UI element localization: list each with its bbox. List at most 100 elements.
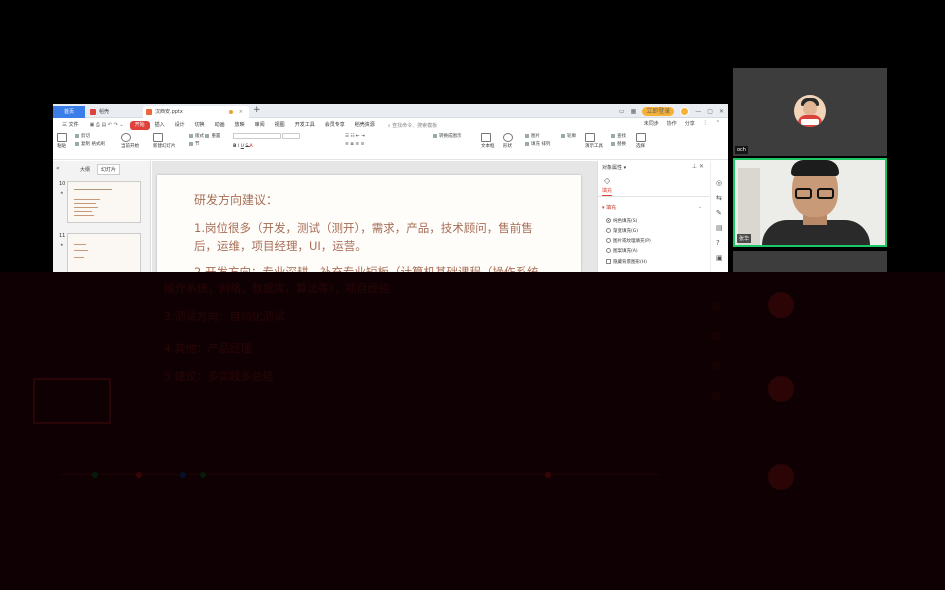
new-tab-button[interactable]: + (253, 105, 261, 115)
chevron-down-icon[interactable]: ⌄ (698, 204, 702, 210)
maximize-icon[interactable]: ▢ (707, 108, 713, 115)
tab-document[interactable]: 汉西安.pptx × (143, 106, 249, 118)
sync-status[interactable]: 未同步 (644, 120, 659, 127)
play-from-current-button[interactable]: 当前开始 (121, 133, 139, 149)
tab-docer[interactable]: 稻壳 (87, 106, 139, 118)
file-menu[interactable]: 三 文件 (57, 121, 84, 130)
bullets-icon[interactable]: ☰ ☷ ⇤ ⇥ (345, 134, 365, 139)
share-button[interactable]: 分享 (685, 120, 695, 127)
style-icon[interactable]: ◎ (716, 179, 722, 187)
copy-icon (75, 141, 79, 146)
shape-label: 形状 (503, 144, 512, 149)
ribbon-toolbar: 粘贴 剪切 复制 格式刷 当前开始 新建幻灯片 版式 重置 节 B I U S … (53, 131, 728, 160)
fill-bucket-icon: ◇ (604, 176, 611, 185)
hide-background-checkbox[interactable]: 隐藏背景图形(H) (606, 259, 647, 265)
tab-outline[interactable]: 大纲 (80, 166, 90, 173)
new-slide-button[interactable]: 新建幻灯片 (153, 133, 176, 149)
animation-star-icon: ★ (60, 242, 64, 247)
adjust-icon[interactable]: ⇆ (716, 194, 722, 202)
help-icon[interactable]: ? (716, 239, 720, 247)
align-icons[interactable]: ≡ ≣ ≡ ≡ (345, 142, 364, 147)
grid-icon[interactable]: ▦ (631, 108, 637, 115)
fill-option-pattern[interactable]: 图案填充(A) (606, 248, 638, 254)
tab-slides[interactable]: 幻灯片 (97, 164, 121, 175)
textbox-button[interactable]: 文本框 (481, 133, 495, 149)
paragraph-group: ☰ ☷ ⇤ ⇥ ≡ ≣ ≡ ≡ (345, 133, 365, 149)
paste-group[interactable]: 粘贴 (57, 133, 67, 149)
pin-icon[interactable]: ⊥ (692, 163, 697, 170)
outline-button[interactable]: 轮廓 (561, 133, 576, 139)
picture-button[interactable]: 图片 (525, 133, 540, 139)
fill-button[interactable]: 填充 (525, 141, 540, 147)
menu-slideshow[interactable]: 放映 (230, 121, 250, 130)
copy-button[interactable]: 复制 (75, 141, 90, 147)
slide-number: 10 (59, 181, 66, 187)
format-painter-button[interactable]: 格式刷 (91, 142, 105, 147)
smartart-button[interactable]: 转换成图示 (433, 133, 462, 141)
arrange-button[interactable]: 排列 (541, 142, 550, 147)
animation-icon[interactable]: ▤ (716, 224, 723, 232)
replace-button[interactable]: 替换 (611, 141, 626, 147)
select-button[interactable]: 选择 (636, 133, 646, 149)
fill-section-header[interactable]: ▾ 填充 (602, 204, 616, 211)
tab-fill[interactable]: 填充 (602, 187, 613, 196)
shape-button[interactable]: 形状 (503, 133, 513, 149)
active-speaker-tile[interactable]: 张华 (733, 158, 887, 247)
more-icon[interactable]: ⋮ (703, 120, 708, 127)
section-icon (189, 141, 193, 146)
fill-option-label: 纯色填充(S) (613, 219, 638, 224)
menu-animation[interactable]: 动画 (210, 121, 230, 130)
menu-review[interactable]: 审阅 (250, 121, 270, 130)
command-search[interactable]: ⌕ 查找命令、搜索模板 (388, 122, 437, 129)
section-label: 节 (195, 142, 200, 147)
find-button[interactable]: 查找 (611, 133, 626, 139)
section-button[interactable]: 节 (189, 141, 200, 147)
slide-thumbnail[interactable] (67, 233, 141, 272)
menu-developer[interactable]: 开发工具 (290, 121, 320, 130)
close-pane-icon[interactable]: ✕ (699, 163, 704, 170)
underline-button[interactable]: U (241, 144, 244, 149)
presentation-tools-icon (585, 133, 595, 142)
close-window-icon[interactable]: ✕ (719, 108, 724, 115)
menu-insert[interactable]: 插入 (150, 121, 170, 130)
fill-option-picture[interactable]: 图片或纹理填充(P) (606, 238, 651, 244)
layout-icon[interactable]: ▭ (619, 108, 625, 115)
fill-option-label: 图片或纹理填充(P) (613, 239, 651, 244)
slide-thumbnail[interactable] (67, 181, 141, 223)
bold-button[interactable]: B (233, 144, 236, 149)
menu-home[interactable]: 开始 (129, 120, 150, 130)
reset-button[interactable]: 重置 (205, 133, 220, 139)
current-slide[interactable]: 研发方向建议： 1.岗位很多（开发，测试（测开），需求，产品，技术顾问，售前售 … (157, 175, 581, 272)
slide-body-line[interactable]: 1.岗位很多（开发，测试（测开），需求，产品，技术顾问，售前售 (194, 220, 533, 236)
menu-design[interactable]: 设计 (170, 121, 190, 130)
slide-body-line[interactable]: 2.开发方向：专业深耕，补充专业短板（计算机基础课程（操作系统 (194, 264, 538, 272)
collapse-pane-icon[interactable]: « (56, 165, 60, 172)
menu-transitions[interactable]: 切换 (190, 121, 210, 130)
menu-member[interactable]: 会员专享 (320, 121, 350, 130)
font-size-select[interactable] (282, 133, 301, 139)
menu-view[interactable]: 视图 (270, 121, 290, 130)
font-name-select[interactable] (233, 133, 281, 139)
layout-button[interactable]: 版式 (189, 133, 204, 139)
share-icon[interactable]: ▣ (716, 254, 723, 262)
collaborate-button[interactable]: 协作 (667, 120, 677, 127)
presentation-tools-button[interactable]: 演示工具 (585, 133, 603, 149)
menu-docer[interactable]: 稻壳资源 (350, 121, 380, 130)
login-button[interactable]: 立即登录 (642, 106, 675, 116)
user-avatar[interactable] (680, 106, 690, 116)
close-tab-icon[interactable]: × (239, 106, 243, 118)
fill-option-solid[interactable]: 纯色填充(S) (606, 218, 637, 224)
participant-tile[interactable] (733, 251, 887, 272)
font-color-button[interactable]: A (250, 144, 253, 149)
smartart-icon (433, 133, 437, 138)
properties-title[interactable]: 对象属性 ▾ (602, 164, 626, 171)
collapse-ribbon-icon[interactable]: ⌃ (716, 120, 720, 127)
cut-button[interactable]: 剪切 (75, 133, 90, 139)
fill-option-gradient[interactable]: 渐变填充(G) (606, 228, 638, 234)
minimize-icon[interactable]: — (695, 108, 701, 115)
participant-tile[interactable]: och (733, 68, 887, 156)
slide-body-line[interactable]: 后，运维，项目经理，UI，运营。 (194, 238, 367, 254)
slide-title[interactable]: 研发方向建议： (194, 191, 278, 208)
tab-home[interactable]: 首页 (53, 106, 85, 118)
pin-icon[interactable]: ✎ (716, 209, 722, 217)
